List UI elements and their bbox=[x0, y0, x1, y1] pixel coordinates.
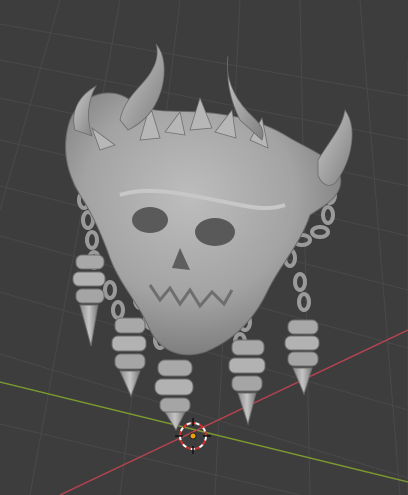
3d-cursor-icon[interactable] bbox=[175, 418, 211, 454]
demon-skull-sculpt[interactable] bbox=[64, 43, 353, 432]
left-eye-socket bbox=[132, 207, 168, 233]
pendant-1 bbox=[72, 254, 106, 347]
pendant-4 bbox=[228, 339, 266, 426]
viewport-canvas[interactable] bbox=[0, 0, 408, 495]
object-origin-dot bbox=[189, 432, 197, 440]
far-right-horn bbox=[317, 108, 353, 186]
3d-viewport[interactable] bbox=[0, 0, 408, 495]
y-axis-line bbox=[0, 381, 408, 483]
right-eye-socket bbox=[195, 218, 235, 246]
x-axis-line bbox=[59, 329, 408, 495]
pendant-3 bbox=[154, 359, 194, 432]
pendant-2 bbox=[111, 317, 147, 398]
